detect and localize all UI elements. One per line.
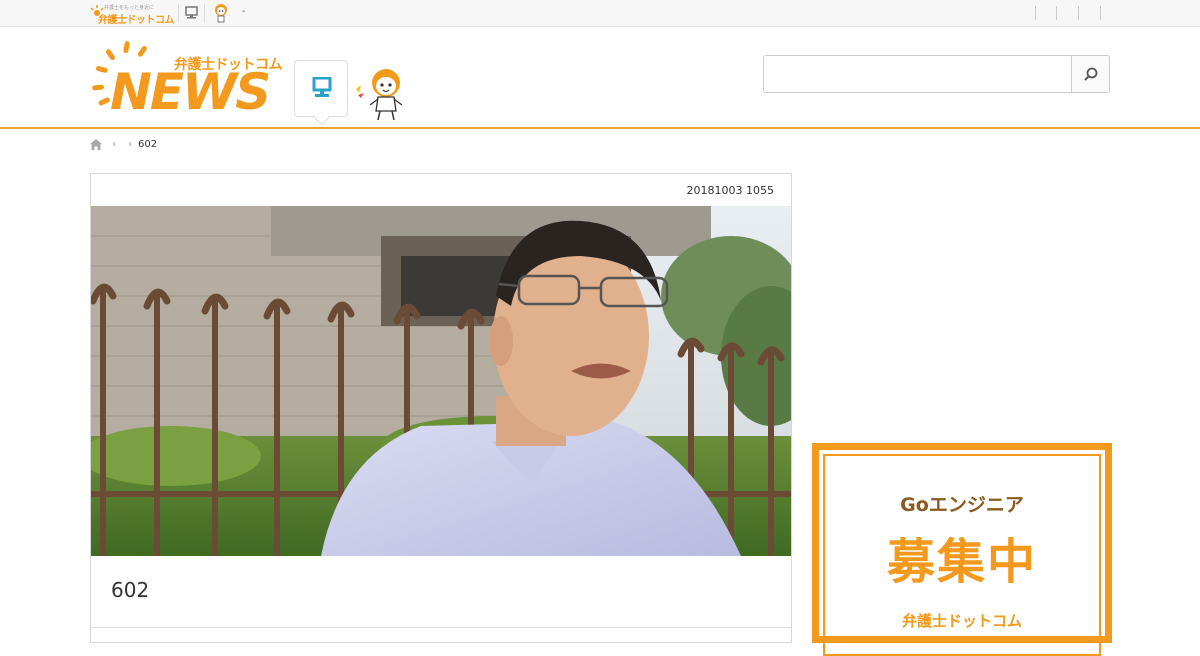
topbar-dash: - [242,6,246,17]
search-button[interactable] [1071,56,1109,92]
top-utility-bar: 弁護士をもっと身近に 弁護士ドットコム - [0,0,1200,27]
article-photo-image [91,206,791,556]
tab-pc-category[interactable] [294,60,348,117]
banner-heading: Goエンジニア [900,494,1024,516]
logo-news-text: NEWS [110,63,271,121]
article-card: 20181003 1055 602 [90,173,792,643]
divider [1100,6,1101,20]
article-title[interactable]: 602 [111,578,149,602]
divider [1056,6,1057,20]
article-photo [91,206,791,556]
search-icon [1084,67,1098,81]
breadcrumb-current: 602 [138,139,158,150]
search-box [763,55,1110,93]
divider [204,4,205,23]
divider [1035,6,1036,20]
breadcrumb-separator: › [128,139,132,150]
mini-site-logo[interactable]: 弁護士をもっと身近に 弁護士ドットコム [90,3,175,26]
mini-logo-text: 弁護士ドットコム [98,15,175,26]
article-date: 20181003 1055 [686,184,774,197]
mascot-character-icon [356,69,403,121]
recruit-banner[interactable]: Goエンジニア 募集中 弁護士ドットコム [812,443,1112,656]
computer-icon [312,77,332,97]
card-divider [91,627,791,628]
divider [1078,6,1079,20]
search-input[interactable] [764,56,1071,92]
divider [178,4,179,23]
mascot-mini-icon[interactable] [212,3,230,23]
breadcrumb-separator: › [112,139,116,150]
computer-icon[interactable] [185,6,198,20]
site-header: 弁護士ドットコム NEWS [0,27,1200,129]
home-icon[interactable] [90,139,102,150]
site-logo[interactable]: 弁護士ドットコム NEWS [90,39,283,121]
mini-logo-tagline: 弁護士をもっと身近に [104,5,155,11]
banner-logo-text: 弁護士ドットコム [901,612,1022,630]
banner-main-text: 募集中 [886,534,1037,590]
